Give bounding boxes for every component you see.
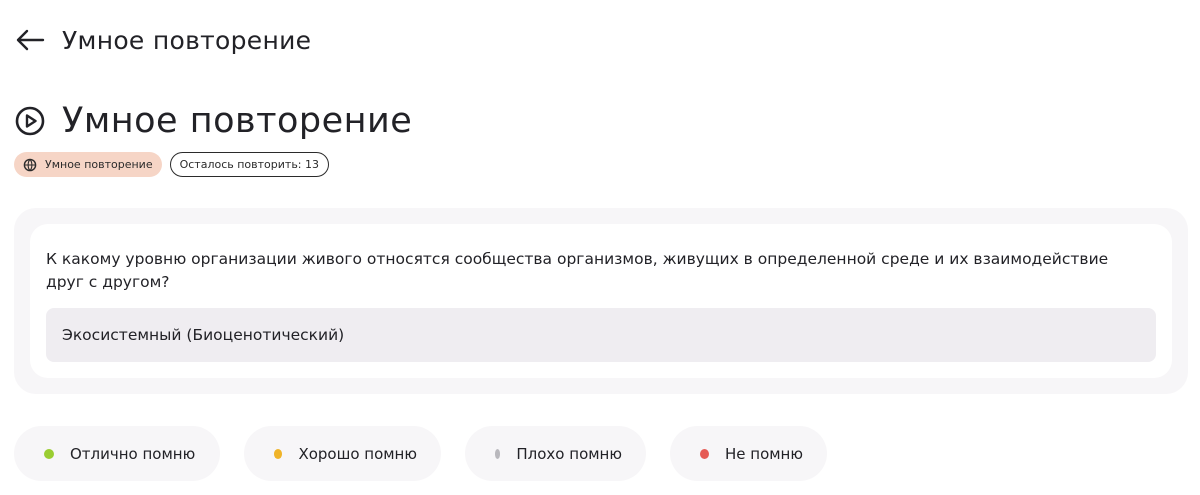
status-dot-gray <box>495 448 501 459</box>
page-title: Умное повторение <box>62 101 413 141</box>
flashcard: К какому уровню организации живого относ… <box>14 208 1188 394</box>
question-text: К какому уровню организации живого относ… <box>46 250 1109 291</box>
status-dot-yellow <box>274 448 283 459</box>
status-dot-green <box>44 448 54 459</box>
mode-chip: Умное повторение <box>14 152 162 177</box>
remaining-count-chip: Осталось повторить: 13 <box>169 152 330 177</box>
rate-poor-label: Плохо помню <box>516 444 622 463</box>
play-circle-icon[interactable] <box>14 105 46 137</box>
rate-excellent-button[interactable]: Отлично помню <box>14 426 220 481</box>
back-arrow-icon[interactable] <box>14 24 46 56</box>
globe-icon <box>23 158 37 172</box>
top-bar-title: Умное повторение <box>62 25 312 55</box>
rate-excellent-label: Отлично помню <box>70 444 196 463</box>
page-heading: Умное повторение <box>14 98 412 144</box>
rate-forgot-button[interactable]: Не помню <box>670 426 827 481</box>
status-dot-red <box>700 448 709 459</box>
rate-good-button[interactable]: Хорошо помню <box>244 426 441 481</box>
flashcard-body: К какому уровню организации живого относ… <box>30 224 1172 378</box>
chips-row: Умное повторение Осталось повторить: 13 <box>14 152 330 177</box>
top-bar: Умное повторение <box>14 22 311 58</box>
rate-forgot-label: Не помню <box>724 444 803 463</box>
answer-box: Экосистемный (Биоценотический) <box>46 308 1156 362</box>
mode-chip-label: Умное повторение <box>45 158 153 171</box>
rate-poor-button[interactable]: Плохо помню <box>465 426 646 481</box>
answer-text: Экосистемный (Биоценотический) <box>62 326 345 344</box>
rate-good-label: Хорошо помню <box>298 444 417 463</box>
rating-buttons: Отлично помню Хорошо помню Плохо помню Н… <box>14 426 827 481</box>
